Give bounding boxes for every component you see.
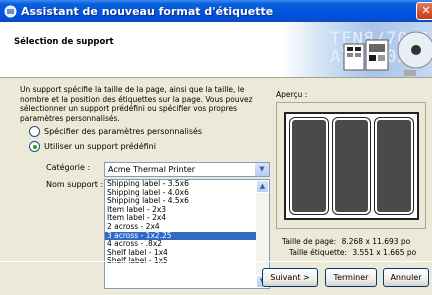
- title-bar[interactable]: Assistant de nouveau format d'étiquette …: [0, 0, 432, 22]
- preview-pane: [276, 102, 426, 229]
- page-size-value: 8.268 x 11.693 po: [341, 237, 411, 246]
- preview-label-cell: [332, 118, 371, 214]
- support-name-label: Nom support :: [46, 180, 104, 189]
- support-listbox[interactable]: Shipping label - 3.5x6 Shipping label - 4…: [104, 179, 270, 289]
- arrow-up-icon[interactable]: ▲: [256, 180, 269, 193]
- page-size-info: Taille de page: 8.268 x 11.693 po: [282, 237, 410, 246]
- cancel-button[interactable]: Annuler: [383, 268, 429, 287]
- label-size-label: Taille étiquette:: [289, 248, 347, 257]
- window-title: Assistant de nouveau format d'étiquette: [21, 4, 274, 18]
- footer-divider: [0, 261, 432, 262]
- preview-label-cell: [290, 118, 328, 214]
- label-size-info: Taille étiquette: 3.551 x 1.665 po: [289, 248, 416, 257]
- preview-label-cell: [375, 118, 414, 214]
- predefined-label: Utiliser un support prédéfini: [44, 142, 156, 151]
- page-size-label: Taille de page:: [282, 237, 337, 246]
- wizard-header: Sélection de support TFN8/7001 AY-1102: [0, 22, 432, 78]
- next-button[interactable]: Suivant >: [262, 268, 318, 287]
- custom-settings-radio[interactable]: [29, 126, 40, 137]
- label-printer-icon: [4, 5, 17, 17]
- description-text: Un support spécifie la taille de la page…: [20, 85, 253, 123]
- label-sheet-icon: [343, 39, 389, 71]
- category-dropdown[interactable]: Acme Thermal Printer ▼: [104, 162, 270, 177]
- finish-button[interactable]: Terminer: [325, 268, 377, 287]
- label-size-value: 3.551 x 1.665 po: [352, 248, 417, 257]
- close-button[interactable]: ✕: [416, 2, 432, 20]
- preview-label: Aperçu :: [276, 90, 308, 99]
- custom-settings-option[interactable]: Spécifier des paramètres personnalisés: [29, 126, 202, 137]
- category-value: Acme Thermal Printer: [108, 165, 196, 174]
- page-title: Sélection de support: [14, 37, 114, 47]
- chevron-down-icon[interactable]: ▼: [254, 163, 269, 176]
- category-label: Catégorie :: [46, 163, 91, 172]
- header-banner-art: TFN8/7001 AY-1102: [282, 22, 432, 77]
- predefined-radio[interactable]: [29, 141, 40, 152]
- predefined-option[interactable]: Utiliser un support prédéfini: [29, 141, 156, 152]
- disc-icon: [397, 31, 432, 76]
- custom-settings-label: Spécifier des paramètres personnalisés: [44, 127, 203, 136]
- label-sheet-preview: [284, 112, 419, 220]
